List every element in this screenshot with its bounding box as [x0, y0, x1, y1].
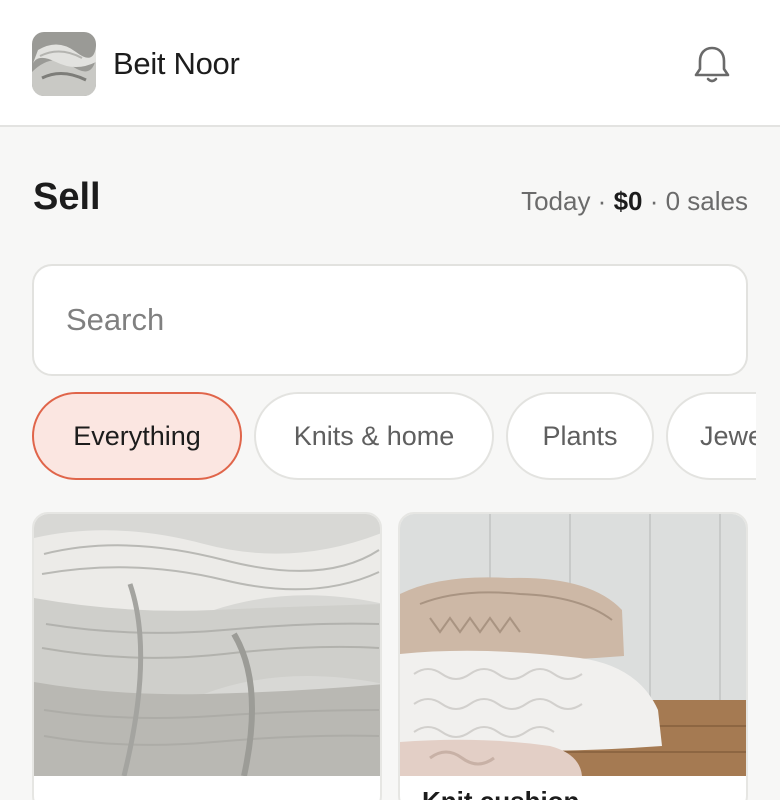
- brand-logo[interactable]: [32, 32, 96, 96]
- summary-prefix: Today ·: [521, 186, 614, 216]
- brand-name: Beit Noor: [113, 46, 240, 81]
- product-card[interactable]: [32, 512, 382, 800]
- product-image: [400, 514, 746, 776]
- chip-knits-home[interactable]: Knits & home: [254, 392, 494, 480]
- product-title: Knit cushion: [422, 786, 579, 800]
- product-image: [34, 514, 380, 776]
- top-bar: Beit Noor: [0, 0, 780, 127]
- summary-suffix: · 0 sales: [642, 186, 748, 216]
- chip-plants[interactable]: Plants: [506, 392, 654, 480]
- product-card[interactable]: Knit cushion: [398, 512, 748, 800]
- bell-icon[interactable]: [690, 42, 734, 86]
- page-title: Sell: [33, 176, 101, 218]
- search-box: [32, 264, 748, 376]
- search-input[interactable]: [66, 266, 716, 374]
- chip-everything[interactable]: Everything: [32, 392, 242, 480]
- sales-summary: Today · $0 · 0 sales: [521, 186, 748, 217]
- chip-jewelry[interactable]: Jewelry: [666, 392, 756, 480]
- category-chips: Everything Knits & home Plants Jewelry: [32, 392, 756, 480]
- summary-amount: $0: [613, 186, 643, 216]
